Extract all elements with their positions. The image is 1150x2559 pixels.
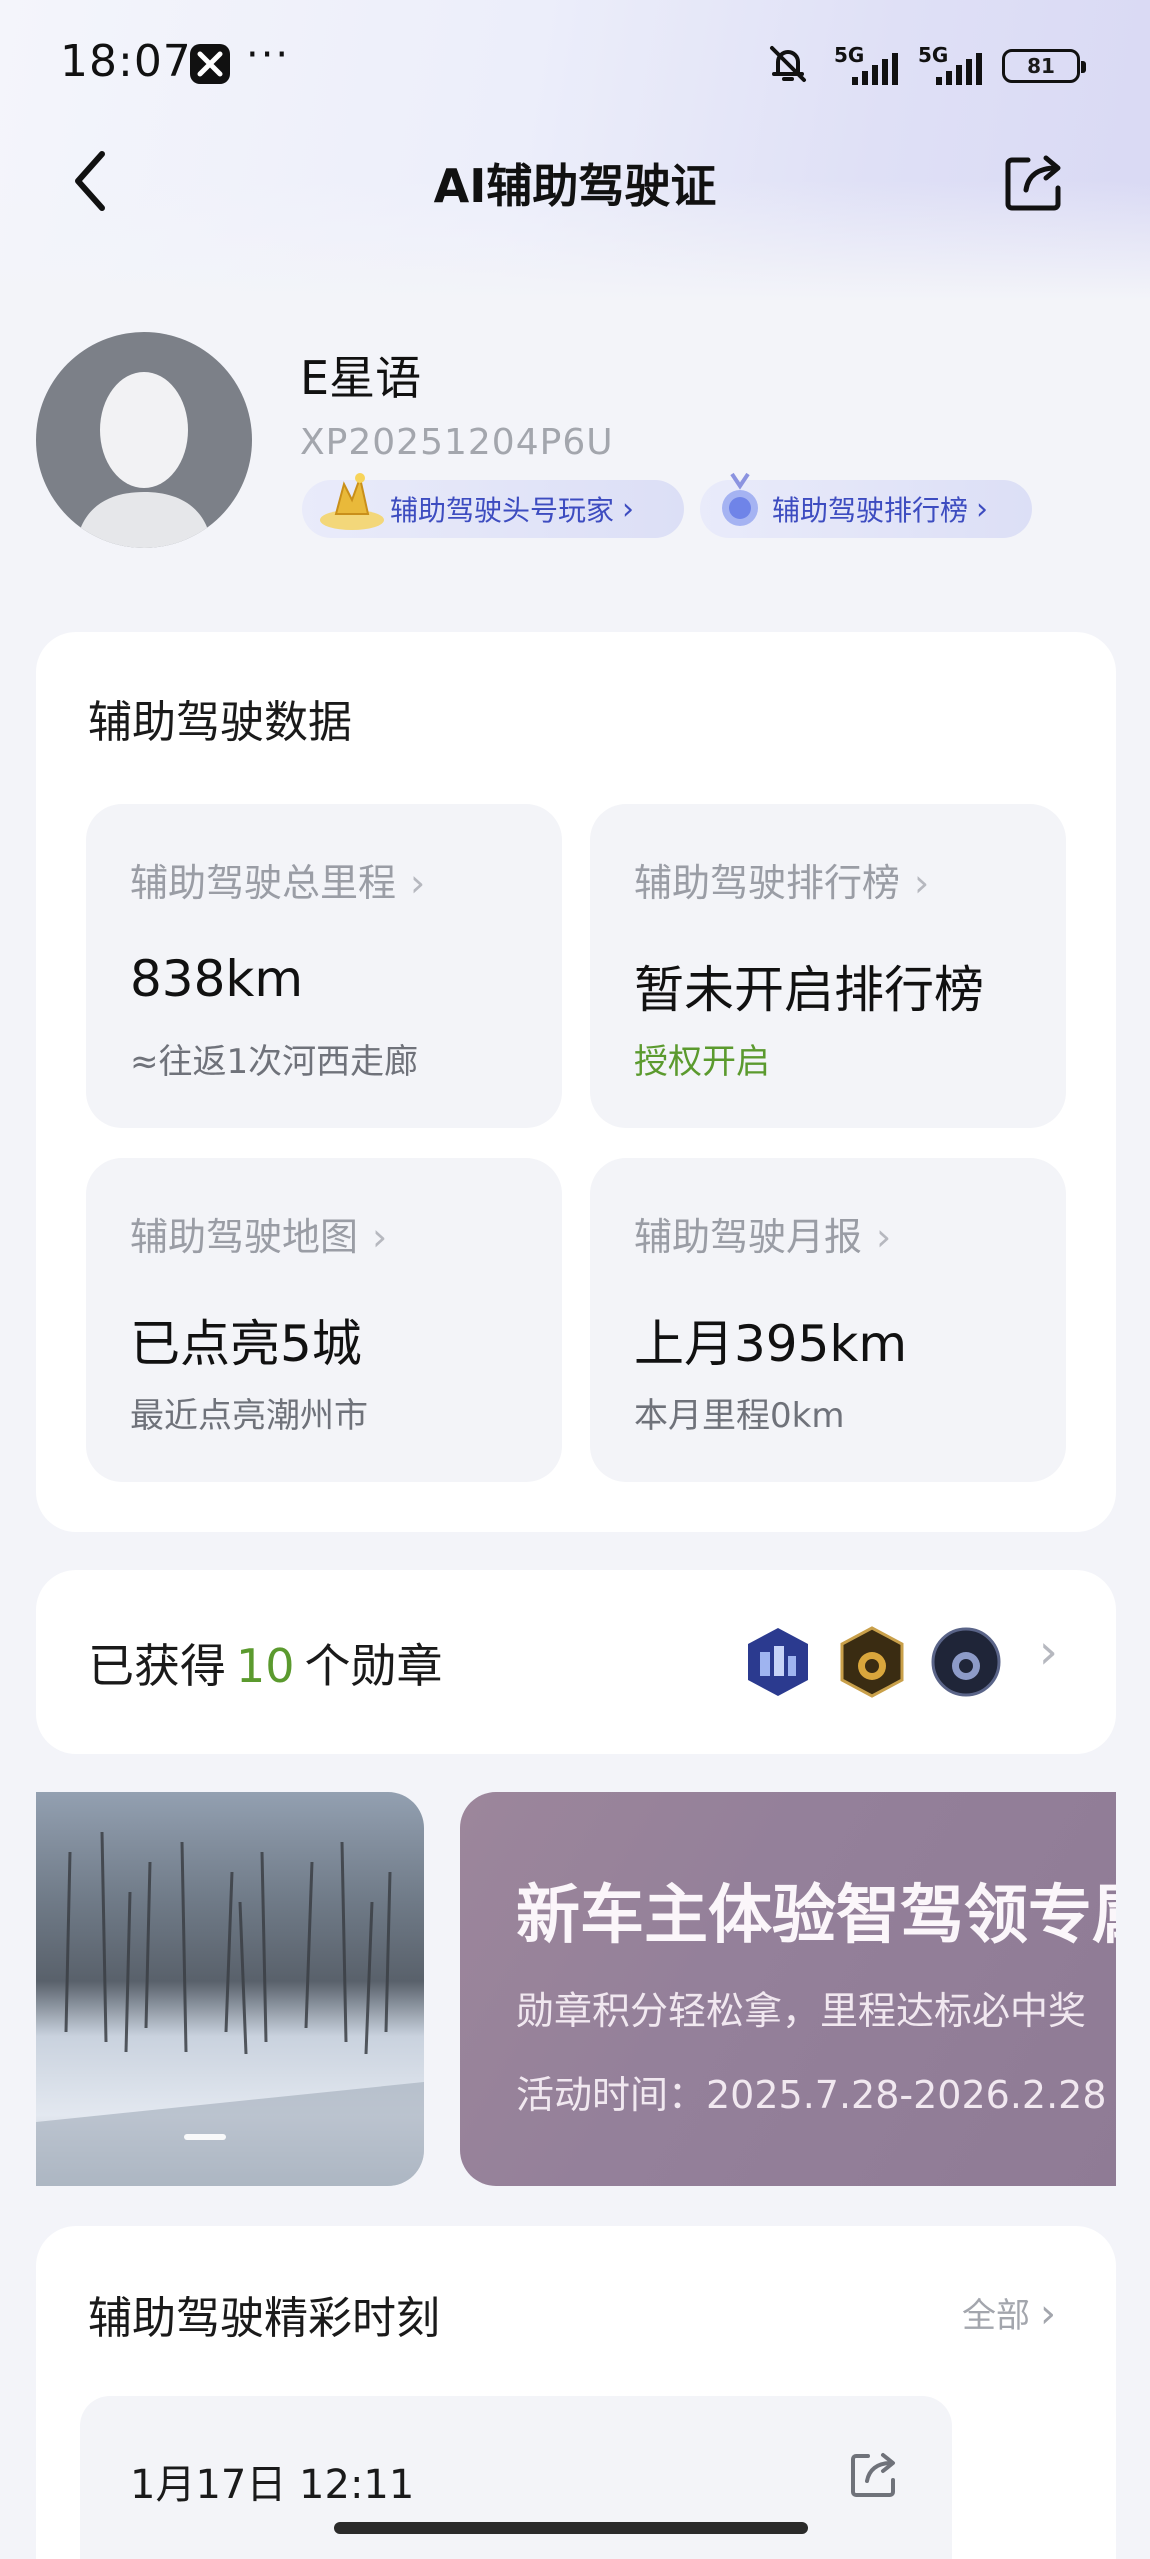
carousel-indicator bbox=[184, 2134, 226, 2140]
snow-forest-banner[interactable] bbox=[36, 1792, 424, 2186]
avatar[interactable] bbox=[36, 332, 252, 548]
status-time: 18:07 bbox=[60, 36, 192, 87]
driving-data-card: 辅助驾驶数据 辅助驾驶总里程 › 838km ≈往返1次河西走廊 辅助驾驶排行榜 ›… bbox=[36, 632, 1116, 1532]
tile-label: 辅助驾驶总里程 bbox=[130, 861, 397, 905]
chevron-right-icon: › bbox=[914, 861, 930, 905]
tile-monthly-report[interactable]: 辅助驾驶月报 › 上月395km 本月里程0km bbox=[590, 1158, 1066, 1482]
driving-data-title: 辅助驾驶数据 bbox=[88, 697, 352, 748]
badges-suffix: 个勋章 bbox=[304, 1639, 443, 1693]
status-icons: 5G 5G 81 bbox=[764, 40, 1086, 92]
tile-label: 辅助驾驶月报 bbox=[634, 1215, 863, 1259]
tile-leaderboard[interactable]: 辅助驾驶排行榜 › 暂未开启排行榜 授权开启 bbox=[590, 804, 1066, 1128]
highlights-title: 辅助驾驶精彩时刻 bbox=[88, 2293, 440, 2344]
badges-prefix: 已获得 bbox=[88, 1639, 226, 1693]
tile-total-mileage[interactable]: 辅助驾驶总里程 › 838km ≈往返1次河西走廊 bbox=[86, 804, 562, 1128]
view-all-label: 全部 bbox=[962, 2296, 1030, 2336]
share-button[interactable] bbox=[998, 146, 1070, 218]
blue-medal-icon bbox=[714, 470, 766, 543]
share-icon[interactable] bbox=[846, 2446, 902, 2502]
city-badge-icon bbox=[742, 1626, 814, 1698]
badges-title: 已获得 10 个勋章 bbox=[88, 1630, 443, 1696]
highlights-card: 辅助驾驶精彩时刻 全部 › 1月17日 12:11 bbox=[36, 2226, 1116, 2559]
chevron-right-icon: › bbox=[410, 861, 426, 905]
battery-icon: 81 bbox=[1002, 49, 1086, 83]
user-id: XP20251204P6U bbox=[300, 422, 614, 463]
gold-badge-icon bbox=[836, 1626, 908, 1698]
home-indicator[interactable] bbox=[334, 2522, 808, 2534]
banner-date: 活动时间：2025.7.28-2026.2.28 bbox=[516, 2073, 1107, 2117]
highlight-time: 1月17日 12:11 bbox=[130, 2462, 415, 2508]
tile-value: 已点亮5城 bbox=[130, 1315, 362, 1373]
dark-badge-icon bbox=[930, 1626, 1002, 1698]
tile-subtext: ≈往返1次河西走廊 bbox=[130, 1042, 419, 1082]
top-player-pill-label: 辅助驾驶头号玩家 bbox=[390, 494, 615, 527]
chevron-right-icon: › bbox=[876, 1215, 892, 1259]
banner-subtitle: 勋章积分轻松拿，里程达标必中奖 bbox=[516, 1989, 1087, 2033]
chevron-right-icon: › bbox=[622, 491, 635, 527]
battery-level: 81 bbox=[1027, 54, 1055, 78]
snow-forest-image bbox=[36, 1831, 424, 2186]
tile-driving-map[interactable]: 辅助驾驶地图 › 已点亮5城 最近点亮潮州市 bbox=[86, 1158, 562, 1482]
tile-label: 辅助驾驶地图 bbox=[130, 1215, 359, 1259]
page-title: AI辅助驾驶证 bbox=[433, 159, 717, 213]
gold-trophy-icon bbox=[316, 470, 388, 541]
username: E星语 bbox=[300, 351, 422, 405]
tile-value: 838km bbox=[130, 950, 304, 1008]
share-icon bbox=[1005, 155, 1061, 211]
tile-label: 辅助驾驶排行榜 bbox=[634, 861, 901, 905]
status-bar: 18:07 ··· 5G 5G 81 bbox=[0, 30, 1150, 100]
leaderboard-pill-label: 辅助驾驶排行榜 bbox=[772, 494, 969, 527]
x-app-icon bbox=[190, 44, 230, 84]
header: AI辅助驾驶证 bbox=[0, 130, 1150, 230]
mute-bell-icon bbox=[764, 40, 812, 92]
chevron-right-icon: › bbox=[1038, 1624, 1058, 1680]
promo-banner[interactable]: 新车主体验智驾领专属 勋章积分轻松拿，里程达标必中奖 活动时间：2025.7.2… bbox=[460, 1792, 1116, 2186]
chevron-right-icon: › bbox=[1040, 2291, 1056, 2337]
default-avatar-icon bbox=[76, 372, 212, 548]
leaderboard-pill[interactable]: 辅助驾驶排行榜 › bbox=[700, 472, 1032, 538]
badges-count: 10 bbox=[236, 1639, 295, 1693]
signal-5g-icon-1: 5G bbox=[834, 43, 898, 89]
banner-title: 新车主体验智驾领专属 bbox=[516, 1879, 1116, 1953]
tile-subtext: 最近点亮潮州市 bbox=[130, 1396, 368, 1436]
more-notifications-icon: ··· bbox=[246, 32, 291, 78]
chevron-right-icon: › bbox=[976, 491, 989, 527]
chevron-right-icon: › bbox=[372, 1215, 388, 1259]
top-player-pill[interactable]: 辅助驾驶头号玩家 › bbox=[302, 473, 684, 538]
badges-card[interactable]: 已获得 10 个勋章 › bbox=[36, 1570, 1116, 1754]
view-all-link[interactable]: 全部 › bbox=[962, 2288, 1056, 2337]
signal-5g-icon-2: 5G bbox=[918, 43, 982, 89]
highlight-item[interactable]: 1月17日 12:11 bbox=[80, 2396, 952, 2559]
authorize-link[interactable]: 授权开启 bbox=[634, 1034, 770, 1083]
tile-value: 暂未开启排行榜 bbox=[634, 961, 984, 1019]
tile-value: 上月395km bbox=[634, 1315, 908, 1373]
tile-subtext: 本月里程0km bbox=[634, 1396, 845, 1436]
